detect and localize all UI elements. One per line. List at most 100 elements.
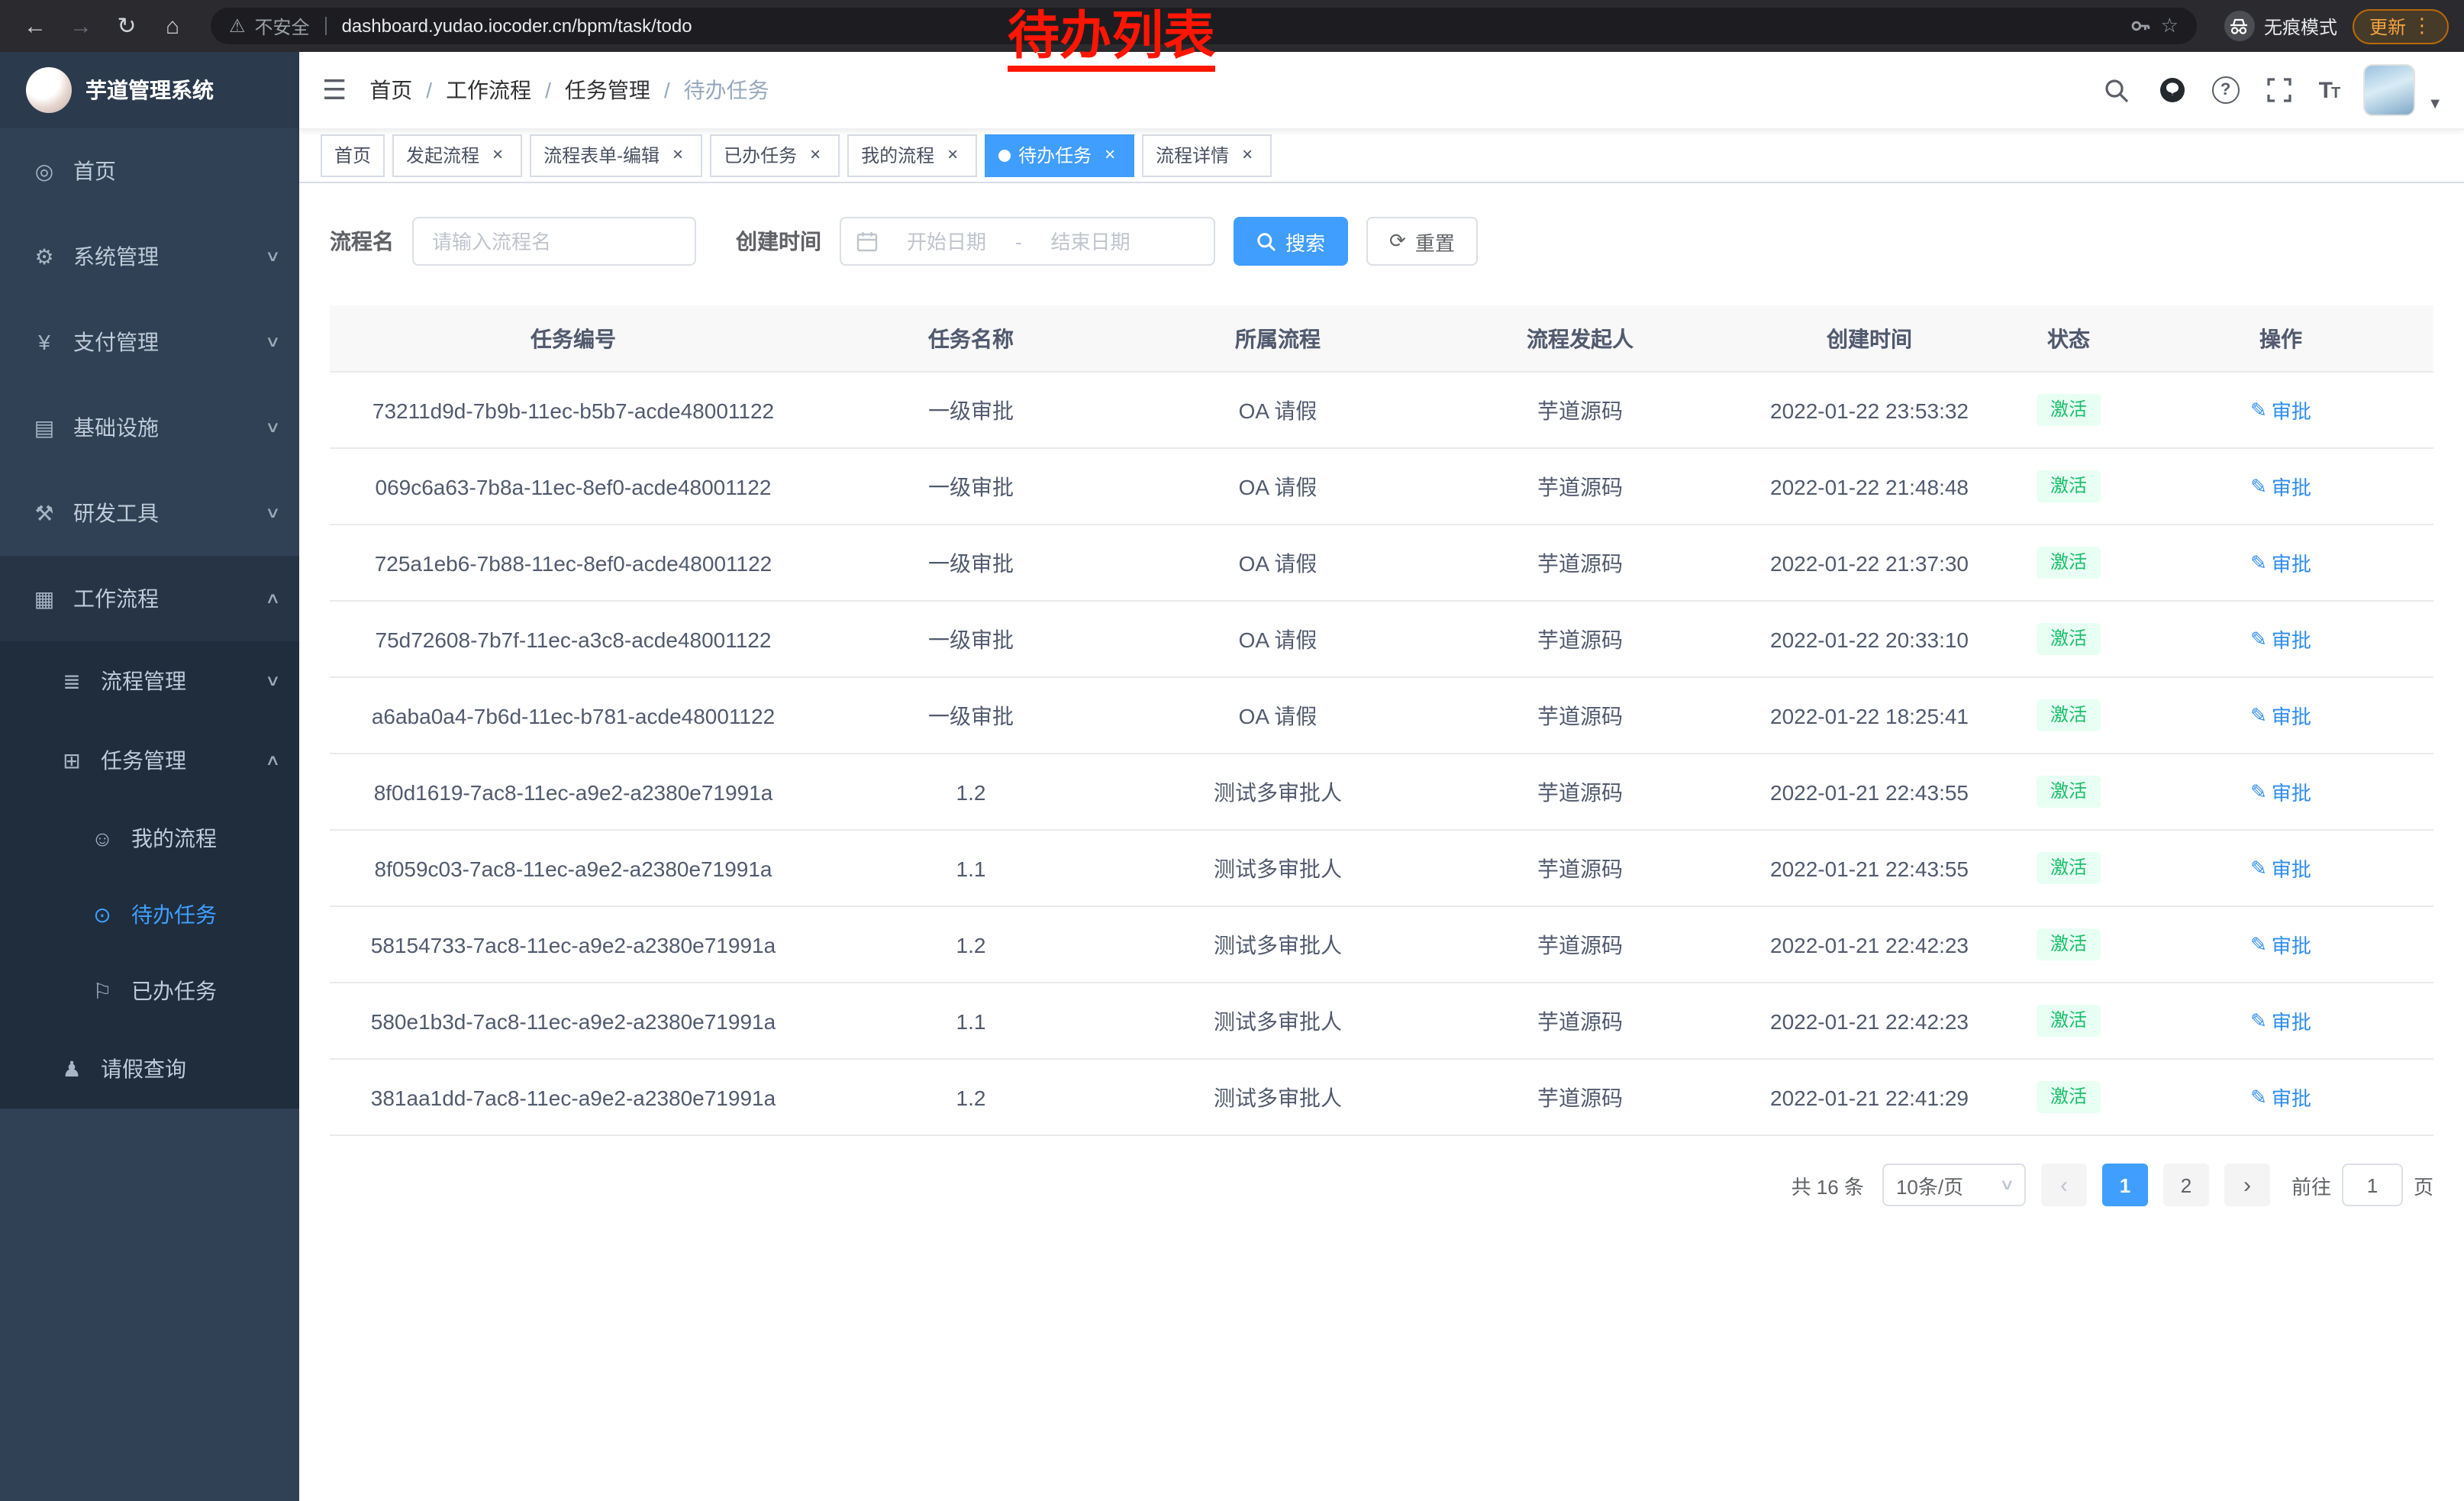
tab-close-icon[interactable]: × — [667, 145, 689, 166]
tab-待办任务[interactable]: 待办任务 × — [985, 134, 1134, 177]
cell-action: ✎审批 — [2128, 1059, 2433, 1135]
user-avatar[interactable] — [2363, 64, 2415, 116]
status-badge: 激活 — [2037, 622, 2101, 655]
approve-link[interactable]: ✎审批 — [2250, 930, 2311, 959]
status-badge: 激活 — [2037, 393, 2101, 426]
page-size-select[interactable]: 10条/页 ∨ — [1882, 1164, 2026, 1206]
browser-back-button[interactable]: ← — [15, 6, 55, 46]
table-row: 8f0d1619-7ac8-11ec-a9e2-a2380e71991a 1.2… — [330, 754, 2433, 830]
avatar-caret-icon[interactable]: ▼ — [2427, 96, 2443, 116]
tab-close-icon[interactable]: × — [805, 145, 826, 166]
bookmark-star-icon[interactable]: ☆ — [2161, 14, 2179, 38]
cell-created-time: 2022-01-22 18:25:41 — [1730, 677, 2009, 754]
tab-流程表单-编辑[interactable]: 流程表单-编辑 × — [530, 134, 702, 177]
approve-link[interactable]: ✎审批 — [2250, 472, 2311, 501]
infrastructure-icon: ▤ — [31, 415, 58, 441]
cell-status: 激活 — [2009, 1059, 2128, 1135]
cell-created-time: 2022-01-22 21:37:30 — [1730, 525, 2009, 601]
approve-link[interactable]: ✎审批 — [2250, 1006, 2311, 1035]
approve-link[interactable]: ✎审批 — [2250, 854, 2311, 883]
yen-icon: ¥ — [31, 330, 58, 354]
sidebar-item-system[interactable]: ⚙ 系统管理 ∨ — [0, 214, 299, 299]
cell-task-name: 1.1 — [817, 830, 1125, 906]
calendar-icon — [856, 231, 878, 252]
search-icon[interactable] — [2102, 75, 2133, 105]
start-date-input[interactable] — [887, 228, 1006, 254]
tab-close-icon[interactable]: × — [1237, 145, 1258, 166]
password-key-icon[interactable] — [2130, 15, 2152, 37]
prev-page-button[interactable]: ‹ — [2041, 1164, 2087, 1206]
app-logo[interactable]: 芋道管理系统 — [0, 52, 299, 128]
approve-link[interactable]: ✎审批 — [2250, 548, 2311, 577]
sidebar-item-workflow[interactable]: ▦ 工作流程 ∧ — [0, 556, 299, 641]
column-header: 任务编号 — [330, 305, 817, 372]
sidebar-toggle-icon[interactable]: ☰ — [299, 74, 369, 106]
reset-button[interactable]: ⟳ 重置 — [1366, 217, 1478, 266]
sidebar-item-done-task[interactable]: ⚐ 已办任务 — [0, 953, 299, 1029]
cell-action: ✎审批 — [2128, 830, 2433, 906]
chevron-icon: ∨ — [264, 505, 280, 521]
goto-page-input[interactable] — [2342, 1164, 2403, 1206]
cell-task-name: 一级审批 — [817, 677, 1125, 754]
sidebar-item-home[interactable]: ◎ 首页 — [0, 128, 299, 214]
sidebar-item-infrastructure[interactable]: ▤ 基础设施 ∨ — [0, 385, 299, 470]
help-icon[interactable]: ? — [2212, 76, 2240, 104]
breadcrumb-workflow[interactable]: 工作流程 — [446, 75, 531, 105]
cell-process: OA 请假 — [1125, 601, 1430, 677]
sidebar-item-my-process[interactable]: ☺ 我的流程 — [0, 800, 299, 876]
tab-已办任务[interactable]: 已办任务 × — [710, 134, 840, 177]
cell-task-id: 381aa1dd-7ac8-11ec-a9e2-a2380e71991a — [330, 1059, 817, 1135]
cell-initiator: 芋道源码 — [1430, 983, 1730, 1059]
breadcrumb-current: 待办任务 — [684, 75, 769, 105]
fullscreen-icon[interactable] — [2264, 75, 2295, 105]
approve-link[interactable]: ✎审批 — [2250, 777, 2311, 806]
sidebar-item-payment[interactable]: ¥ 支付管理 ∨ — [0, 299, 299, 385]
status-badge: 激活 — [2037, 1004, 2101, 1037]
approve-link[interactable]: ✎审批 — [2250, 701, 2311, 730]
sidebar-item-process-mgmt[interactable]: ≣ 流程管理 ∨ — [0, 641, 299, 721]
breadcrumb-task-mgmt[interactable]: 任务管理 — [565, 75, 650, 105]
table-row: 73211d9d-7b9b-11ec-b5b7-acde48001122 一级审… — [330, 372, 2433, 448]
browser-menu-icon[interactable]: ⋮ — [2412, 14, 2432, 38]
tab-close-icon[interactable]: × — [487, 145, 508, 166]
browser-forward-button[interactable]: → — [61, 6, 101, 46]
total-count: 共 16 条 — [1792, 1170, 1864, 1199]
approve-link[interactable]: ✎审批 — [2250, 395, 2311, 424]
font-size-icon[interactable]: TT — [2319, 77, 2340, 103]
date-range-picker[interactable]: - — [840, 217, 1215, 266]
browser-update-button[interactable]: 更新 ⋮ — [2353, 8, 2449, 44]
status-badge: 激活 — [2037, 470, 2101, 502]
logo-image — [26, 67, 72, 113]
cell-process: 测试多审批人 — [1125, 906, 1430, 983]
breadcrumb-home[interactable]: 首页 — [369, 75, 412, 105]
end-date-input[interactable] — [1031, 228, 1150, 254]
cell-initiator: 芋道源码 — [1430, 1059, 1730, 1135]
tab-close-icon[interactable]: × — [942, 145, 963, 166]
approve-link[interactable]: ✎审批 — [2250, 1083, 2311, 1112]
process-name-input[interactable] — [412, 217, 696, 266]
page-button-2[interactable]: 2 — [2163, 1164, 2209, 1206]
github-icon[interactable] — [2157, 75, 2188, 105]
browser-home-button[interactable]: ⌂ — [153, 6, 192, 46]
sidebar-item-task-mgmt[interactable]: ⊞ 任务管理 ∧ — [0, 721, 299, 800]
chevron-icon: ∨ — [264, 248, 280, 265]
sidebar-item-todo-task[interactable]: ⊙ 待办任务 — [0, 876, 299, 953]
tab-首页[interactable]: 首页 — [321, 134, 385, 177]
cell-created-time: 2022-01-21 22:42:23 — [1730, 983, 2009, 1059]
sidebar-item-leave-query[interactable]: ♟ 请假查询 — [0, 1029, 299, 1109]
page-button-1[interactable]: 1 — [2102, 1164, 2148, 1206]
cell-task-id: 580e1b3d-7ac8-11ec-a9e2-a2380e71991a — [330, 983, 817, 1059]
next-page-button[interactable]: › — [2224, 1164, 2270, 1206]
tab-流程详情[interactable]: 流程详情 × — [1142, 134, 1272, 177]
search-button[interactable]: 搜索 — [1234, 217, 1348, 266]
tab-close-icon[interactable]: × — [1099, 145, 1121, 166]
approve-link[interactable]: ✎审批 — [2250, 625, 2311, 654]
table-row: 580e1b3d-7ac8-11ec-a9e2-a2380e71991a 1.1… — [330, 983, 2433, 1059]
cell-task-id: 75d72608-7b7f-11ec-a3c8-acde48001122 — [330, 601, 817, 677]
cell-process: 测试多审批人 — [1125, 754, 1430, 830]
tab-我的流程[interactable]: 我的流程 × — [847, 134, 977, 177]
browser-reload-button[interactable]: ↻ — [107, 6, 147, 46]
column-header: 创建时间 — [1730, 305, 2009, 372]
tab-发起流程[interactable]: 发起流程 × — [392, 134, 522, 177]
sidebar-item-devtools[interactable]: ⚒ 研发工具 ∨ — [0, 470, 299, 556]
